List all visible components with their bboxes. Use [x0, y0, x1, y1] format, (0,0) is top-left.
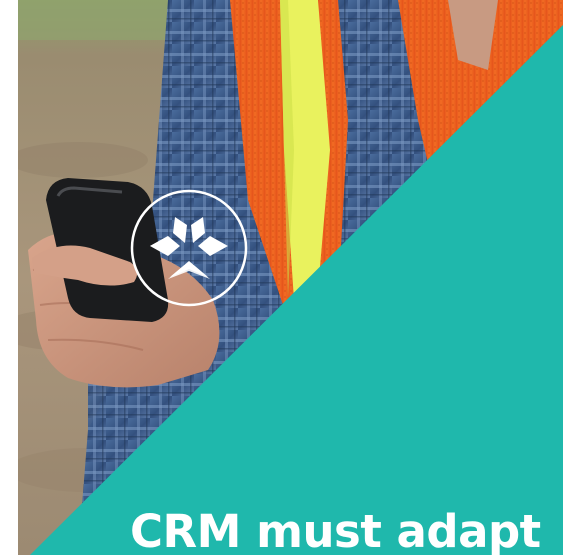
teal-diagonal-overlay [30, 25, 563, 555]
hero-banner: CRM must adapt [0, 0, 563, 555]
arrows-converging-icon [130, 189, 248, 307]
headline: CRM must adapt [130, 505, 541, 555]
